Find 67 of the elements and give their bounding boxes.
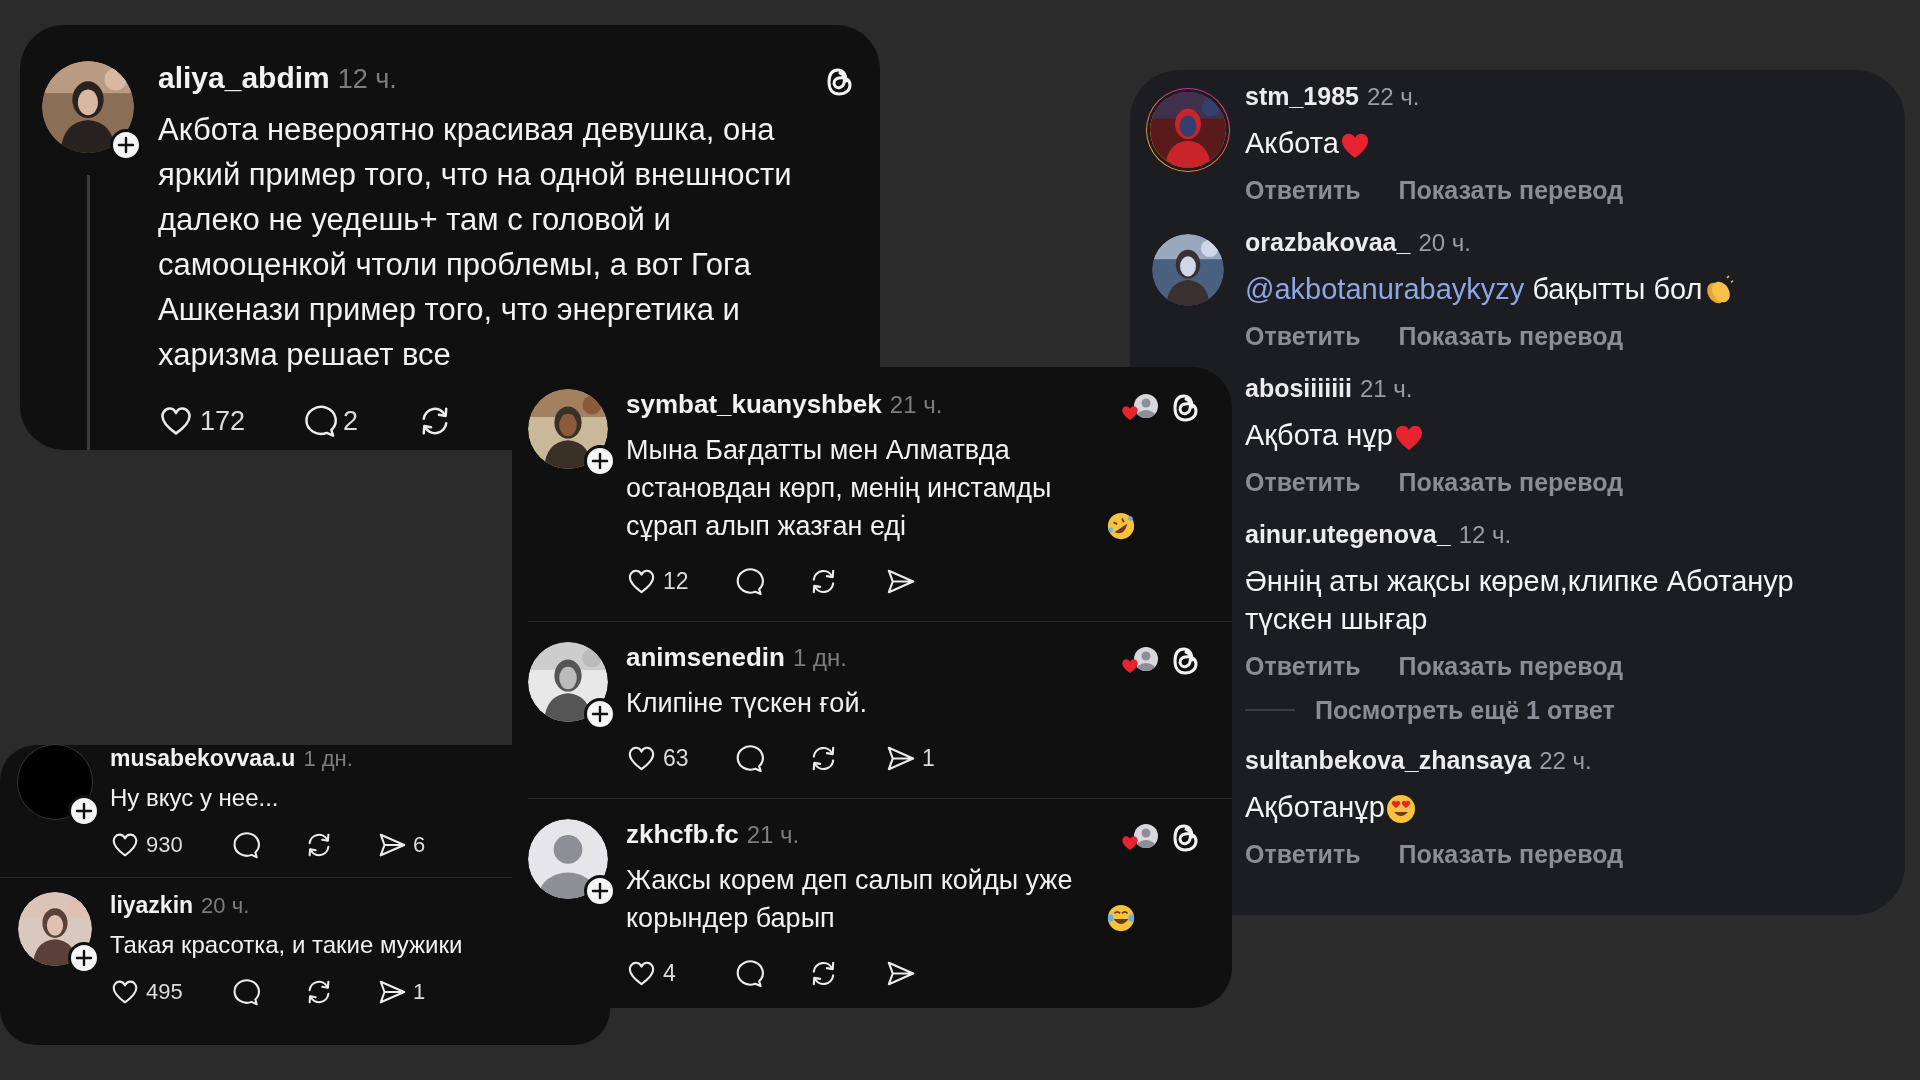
comment-action-link[interactable]: Показать перевод	[1398, 651, 1624, 681]
tears-of-joy-emoji-icon	[1106, 903, 1136, 933]
username[interactable]: musabekovvaa.u	[110, 745, 296, 772]
post-text: Мына Бағдатты мен Алматвда остановдан көрп, менің инстамды сұрап алып жазған еді	[626, 434, 1053, 543]
view-replies-link[interactable]: Посмотреть ещё 1 ответ	[1315, 695, 1615, 725]
timestamp: 20 ч.	[201, 893, 250, 919]
timestamp: 21 ч.	[746, 821, 800, 849]
follow-plus-icon[interactable]	[584, 445, 616, 477]
username[interactable]: symbat_kuanyshbek	[626, 389, 882, 420]
like-count: 495	[146, 979, 183, 1005]
username[interactable]: abosiiiiiii	[1245, 374, 1352, 403]
comment-text: Әннің аты жақсы көрем,клипке Аботанур түскен шығар	[1245, 565, 1794, 635]
share-count: 1	[413, 979, 426, 1005]
username[interactable]: stm_1985	[1245, 82, 1359, 111]
comment-action-link[interactable]: Ответить	[1245, 651, 1361, 681]
heart-eyes-emoji-icon	[1384, 793, 1417, 826]
timestamp: 22 ч.	[1539, 747, 1592, 775]
timestamp: 21 ч.	[889, 391, 943, 419]
like-count: 930	[146, 832, 183, 858]
timestamp: 1 дн.	[792, 644, 847, 672]
laughing-emoji-icon	[1106, 511, 1136, 541]
timestamp: 1 дн.	[303, 746, 353, 772]
follow-plus-icon[interactable]	[584, 875, 616, 907]
timestamp: 12 ч.	[337, 64, 397, 95]
comment-action-link[interactable]: Показать перевод	[1398, 839, 1624, 869]
like-count: 4	[663, 959, 676, 987]
username[interactable]: liyazkin	[110, 892, 194, 919]
username[interactable]: aliya_abdim	[158, 61, 330, 95]
like-count: 172	[200, 405, 246, 437]
comment-action-link[interactable]: Ответить	[1245, 467, 1361, 497]
comment-text: @akbotanurabaykyzy бақытты бол	[1245, 273, 1703, 305]
comment-action-link[interactable]: Ответить	[1245, 175, 1361, 205]
share-count: 1	[922, 744, 935, 772]
username[interactable]: orazbakovaa_	[1245, 228, 1411, 257]
like-count: 63	[663, 744, 689, 772]
liked-by-author-icon	[1120, 393, 1160, 423]
comment-action-link[interactable]: Показать перевод	[1398, 321, 1624, 351]
post-text: Клипіне түскен ғой.	[626, 687, 867, 720]
comment-text: Ақботанұр	[1245, 791, 1385, 823]
mention-link[interactable]: @akbotanurabaykyzy	[1245, 273, 1525, 305]
comment-action-link[interactable]: Показать перевод	[1398, 175, 1624, 205]
share-count: 6	[413, 832, 426, 858]
follow-plus-icon[interactable]	[110, 129, 142, 161]
username[interactable]: zkhcfb.fc	[626, 819, 739, 850]
timestamp: 20 ч.	[1418, 229, 1471, 257]
liked-by-author-icon	[1120, 823, 1160, 853]
post-text: Акбота невероятно красивая девушка, она яркий пример того, что на одной внешности далеко не уедешь+ там с головой и самооценкой чтоли проблемы, а вот Гога Ашкенази пример того, что энергетика и харизма решает все	[158, 111, 793, 374]
reply-count: 2	[343, 405, 359, 437]
comment-action-link[interactable]: Ответить	[1245, 321, 1361, 351]
follow-plus-icon[interactable]	[68, 795, 100, 827]
comment-text: Ақбота нұр	[1245, 419, 1393, 451]
timestamp: 12 ч.	[1458, 521, 1512, 549]
post-text: Жаксы корем деп салып койды уже корындер барып	[626, 864, 1074, 935]
post-text: Ну вкус у нее...	[110, 783, 280, 813]
liked-by-author-icon	[1120, 646, 1160, 676]
username[interactable]: animsenedin	[626, 642, 785, 673]
username[interactable]: sultanbekova_zhansaya	[1245, 746, 1532, 775]
follow-plus-icon[interactable]	[584, 698, 616, 730]
comment-action-link[interactable]: Показать перевод	[1398, 467, 1624, 497]
post-text: Такая красотка, и такие мужики	[110, 930, 464, 960]
comment-action-link[interactable]: Ответить	[1245, 839, 1361, 869]
like-count: 12	[663, 567, 689, 595]
comment-text: Акбота	[1245, 127, 1339, 159]
timestamp: 21 ч.	[1360, 375, 1413, 403]
username[interactable]: ainur.utegenova_	[1245, 520, 1451, 549]
follow-plus-icon[interactable]	[68, 942, 100, 974]
timestamp: 22 ч.	[1367, 83, 1420, 111]
